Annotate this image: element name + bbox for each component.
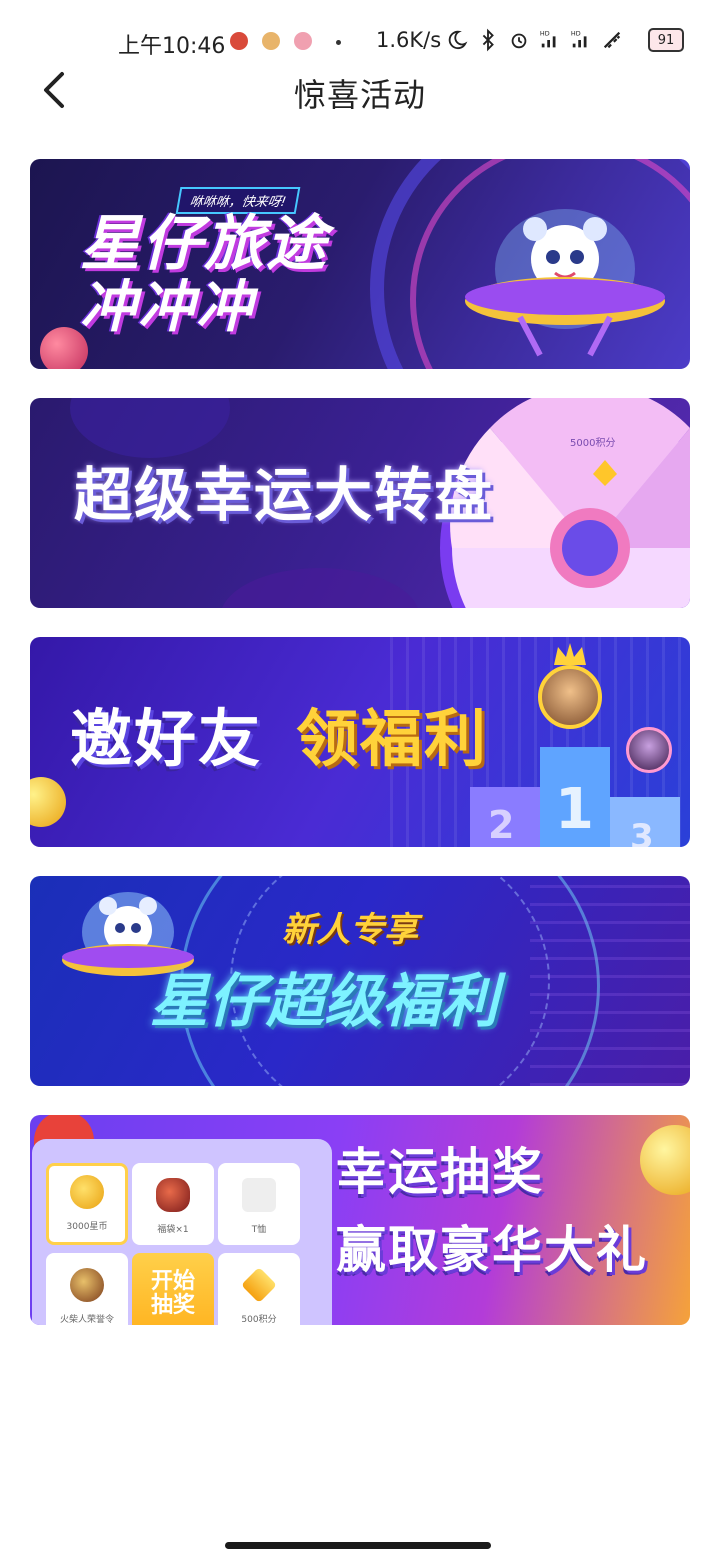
wheel-prize-label: 5000积分: [570, 438, 616, 449]
honor-token-icon: [70, 1268, 104, 1302]
bluetooth-icon: [482, 28, 494, 52]
decor-coin-icon: [640, 1125, 690, 1195]
network-speed: 1.6K/s: [376, 28, 442, 52]
decor-blob: [220, 568, 420, 608]
star-coin-icon: [70, 1175, 104, 1209]
notification-app-icon: [262, 32, 280, 50]
banner-title-line1: 星仔旅途: [80, 209, 328, 279]
decor-coin-icon: [30, 777, 66, 827]
prize-label: 3000星币: [66, 1222, 108, 1232]
crown-icon: [552, 641, 588, 667]
prize-label: 火柴人荣誉令: [59, 1315, 114, 1325]
svg-text:HD: HD: [540, 29, 550, 37]
banner-subtitle: 新人专享: [282, 910, 418, 950]
ufo-mascot-icon: [460, 189, 670, 359]
banner-lucky-draw[interactable]: 3000星币 福袋×1 T恤 火柴人荣誉令 开始 抽奖 500积分 幸运抽奖 赢…: [30, 1115, 690, 1325]
podium-rank-2: 2: [488, 803, 515, 847]
lottery-grid: 3000星币 福袋×1 T恤 火柴人荣誉令 开始 抽奖 500积分: [32, 1139, 332, 1325]
home-indicator[interactable]: [225, 1542, 491, 1549]
page-title: 惊喜活动: [293, 76, 426, 114]
banner-title-line2: 赢取豪华大礼: [336, 1221, 648, 1279]
banner-title-line2: 冲冲冲: [80, 275, 254, 340]
wifi-icon: [603, 31, 621, 49]
decor-grid: [530, 876, 690, 1086]
decor-planet-icon: [40, 327, 88, 369]
prize-cell[interactable]: T恤: [218, 1163, 300, 1245]
start-draw-button[interactable]: 开始 抽奖: [132, 1253, 214, 1325]
notification-app-icon: [294, 32, 312, 50]
svg-text:HD: HD: [571, 29, 581, 37]
banner-lucky-wheel[interactable]: 5000积分 超级幸运大转盘: [30, 398, 690, 608]
activity-banner-list: 咻咻咻，快来呀! 星仔旅途 冲冲冲 5000积分 超级幸运大转盘 1 2 3 邀…: [30, 159, 690, 1325]
prize-cell[interactable]: 3000星币: [46, 1163, 128, 1245]
prize-label: 500积分: [241, 1315, 277, 1325]
notification-icons: [230, 32, 312, 50]
status-bar: 上午10:46 1.6K/s HD HD 91: [0, 0, 720, 59]
podium-rank-3: 3: [630, 817, 654, 847]
banner-star-journey[interactable]: 咻咻咻，快来呀! 星仔旅途 冲冲冲: [30, 159, 690, 369]
start-draw-label-1: 开始: [150, 1268, 195, 1294]
diamond-icon: [240, 1266, 278, 1304]
winner-avatar-icon: [538, 665, 602, 729]
status-icons: HD HD: [446, 28, 623, 52]
banner-title-part1: 邀好友: [70, 702, 263, 775]
signal-hd-icon: HD: [571, 29, 587, 48]
alarm-icon: [511, 33, 527, 49]
prize-cell[interactable]: 500积分: [218, 1253, 300, 1325]
battery-level: 91: [657, 32, 675, 48]
prize-cell[interactable]: 福袋×1: [132, 1163, 214, 1245]
banner-title: 超级幸运大转盘: [74, 461, 495, 529]
runnerup-avatar-icon: [626, 727, 672, 773]
notification-app-icon: [230, 32, 248, 50]
nav-bar: 惊喜活动: [0, 56, 720, 126]
tshirt-icon: [242, 1178, 276, 1212]
signal-hd-icon: HD: [540, 29, 556, 48]
prize-label: T恤: [251, 1225, 267, 1235]
podium-rank-1: 1: [555, 777, 594, 842]
prize-cell[interactable]: 火柴人荣誉令: [46, 1253, 128, 1325]
banner-invite-friends[interactable]: 1 2 3 邀好友 领福利: [30, 637, 690, 847]
decor-blob: [70, 398, 230, 458]
banner-title: 星仔超级福利: [150, 967, 499, 1035]
moon-icon: [448, 30, 468, 50]
status-dot: [336, 40, 341, 45]
start-draw-label-2: 抽奖: [150, 1293, 195, 1318]
banner-title-line1: 幸运抽奖: [336, 1143, 544, 1201]
battery-icon: 91: [648, 28, 684, 52]
banner-title-part2: 领福利: [296, 702, 489, 775]
lucky-bag-icon: [156, 1178, 190, 1212]
banner-newcomer-welfare[interactable]: 新人专享 星仔超级福利: [30, 876, 690, 1086]
prize-label: 福袋×1: [157, 1225, 189, 1235]
